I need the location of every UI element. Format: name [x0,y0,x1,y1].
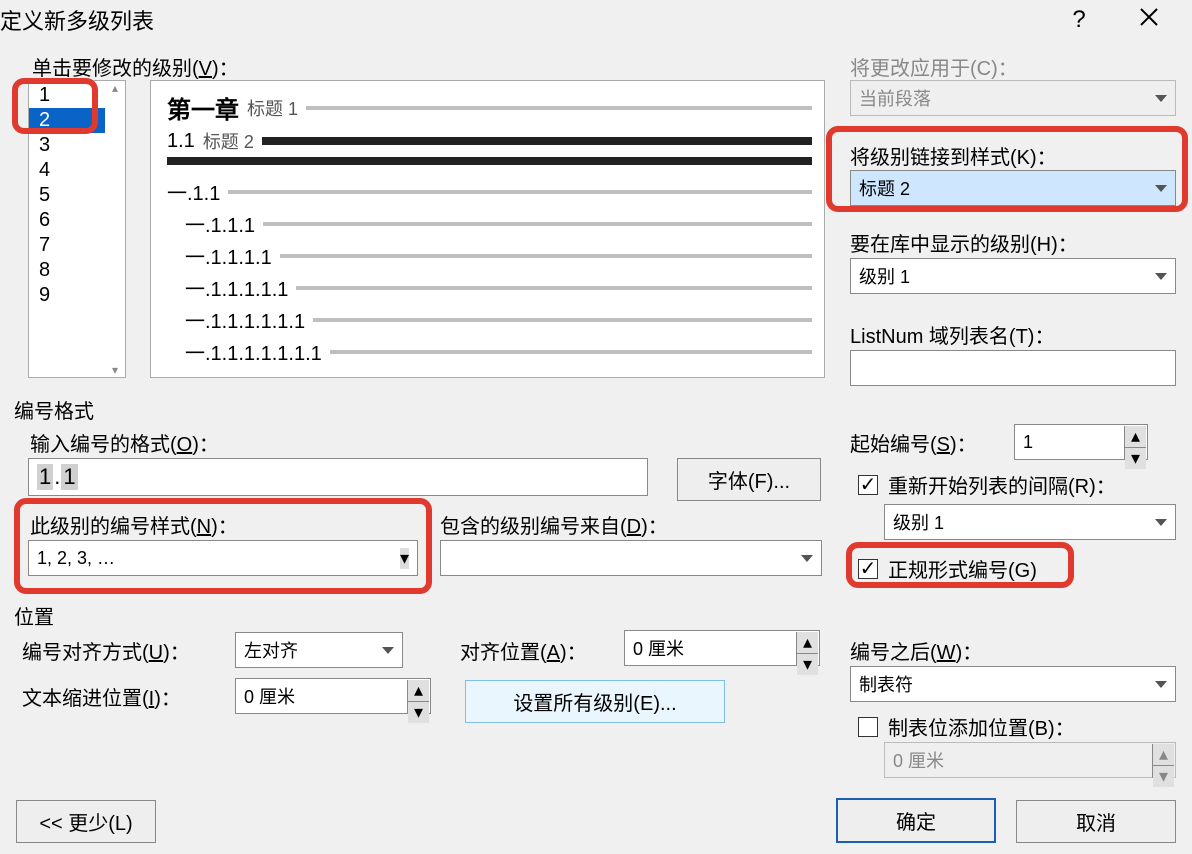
checkbox-checked-icon: ✓ [858,475,878,495]
level-item-9[interactable]: 9 [29,283,105,308]
listnum-label: ListNum 域列表名(T)： [850,320,1054,349]
include-from-label: 包含的级别编号来自(D)： [440,510,668,539]
preview-panel: 第一章标题 1 1.1标题 2 一.1.1 一.1.1.1 一.1.1.1.1 … [150,80,825,378]
chevron-down-icon [1155,273,1167,280]
dialog-title: 定义新多级列表 [0,4,154,36]
tab-stop-spinner: ▴▾ [1152,744,1174,778]
level-item-1[interactable]: 1 [29,83,105,108]
less-button[interactable]: << 更少(L) [16,800,156,843]
section-position: 位置 [14,601,54,630]
close-button[interactable] [1114,6,1184,34]
chevron-down-icon [801,555,813,562]
show-in-gallery-select[interactable]: 级别 1 [850,258,1176,294]
follow-label: 编号之后(W)： [850,636,982,665]
align-select[interactable]: 左对齐 [235,632,403,668]
level-item-2[interactable]: 2 [29,108,105,133]
chevron-down-icon [1155,519,1167,526]
indent-at-label: 文本缩进位置(I)： [22,682,181,711]
link-style-select[interactable]: 标题 2 [850,170,1176,206]
help-button[interactable]: ? [1044,6,1114,34]
ok-button[interactable]: 确定 [836,798,996,843]
checkbox-unchecked-icon [858,717,878,737]
restart-select[interactable]: 级别 1 [884,504,1176,540]
scroll-up-icon[interactable]: ▴ [105,81,125,95]
align-at-spinner[interactable]: ▴▾ [796,632,818,666]
level-scrollbar[interactable]: ▴ ▾ [105,81,125,377]
number-style-select[interactable]: 1, 2, 3, … ▾ [28,540,418,576]
level-item-8[interactable]: 8 [29,258,105,283]
link-style-value: 标题 2 [859,175,910,201]
level-list[interactable]: 1 2 3 4 5 6 7 8 9 ▴ ▾ [28,80,126,378]
start-at-input[interactable]: 1 ▴▾ [1014,424,1148,460]
tab-stop-checkbox[interactable]: 制表位添加位置(B)： [858,712,1075,741]
listnum-input[interactable] [850,350,1176,386]
chevron-down-icon [1155,95,1167,102]
indent-at-spinner[interactable]: ▴▾ [407,680,429,714]
level-item-5[interactable]: 5 [29,183,105,208]
level-item-4[interactable]: 4 [29,158,105,183]
align-at-input[interactable]: 0 厘米 ▴▾ [624,630,820,666]
restart-checkbox[interactable]: ✓ 重新开始列表的间隔(R)： [858,470,1116,499]
number-style-value: 1, 2, 3, … [37,548,115,569]
level-item-7[interactable]: 7 [29,233,105,258]
set-all-levels-button[interactable]: 设置所有级别(E)... [465,680,725,723]
legal-format-checkbox[interactable]: ✓ 正规形式编号(G) [858,554,1037,583]
level-item-6[interactable]: 6 [29,208,105,233]
chevron-down-icon [382,647,394,654]
link-style-label: 将级别链接到样式(K)： [850,141,1057,170]
number-style-label: 此级别的编号样式(N)： [30,510,238,539]
tab-stop-input: 0 厘米 ▴▾ [884,742,1176,778]
apply-to-value: 当前段落 [859,85,931,111]
start-at-label: 起始编号(S)： [850,428,977,457]
indent-at-input[interactable]: 0 厘米 ▴▾ [235,678,431,714]
checkbox-checked-icon: ✓ [858,559,878,579]
close-icon [1139,7,1159,27]
show-in-gallery-label: 要在库中显示的级别(H)： [850,228,1078,257]
chevron-down-icon: ▾ [400,548,409,569]
apply-to-label: 将更改应用于(C)： [850,52,1018,81]
follow-select[interactable]: 制表符 [850,666,1176,702]
section-number-format: 编号格式 [14,395,94,424]
level-label: 单击要修改的级别(V)： [32,52,239,81]
number-format-label: 输入编号的格式(O)： [30,428,219,457]
align-label: 编号对齐方式(U)： [22,636,190,665]
chevron-down-icon [1155,185,1167,192]
define-multilevel-list-dialog: 定义新多级列表 ? 单击要修改的级别(V)： 1 2 3 4 5 6 7 8 9… [0,0,1192,854]
number-format-input[interactable]: 1.1 [28,458,648,496]
align-at-label: 对齐位置(A)： [460,636,587,665]
include-from-select[interactable] [440,540,822,576]
title-bar: 定义新多级列表 ? [0,0,1192,36]
chevron-down-icon [1155,681,1167,688]
cancel-button[interactable]: 取消 [1016,800,1176,843]
scroll-down-icon[interactable]: ▾ [105,363,125,377]
level-item-3[interactable]: 3 [29,133,105,158]
apply-to-select: 当前段落 [850,80,1176,116]
font-button[interactable]: 字体(F)... [677,458,821,501]
show-in-gallery-value: 级别 1 [859,263,910,289]
start-at-spinner[interactable]: ▴▾ [1124,426,1146,460]
